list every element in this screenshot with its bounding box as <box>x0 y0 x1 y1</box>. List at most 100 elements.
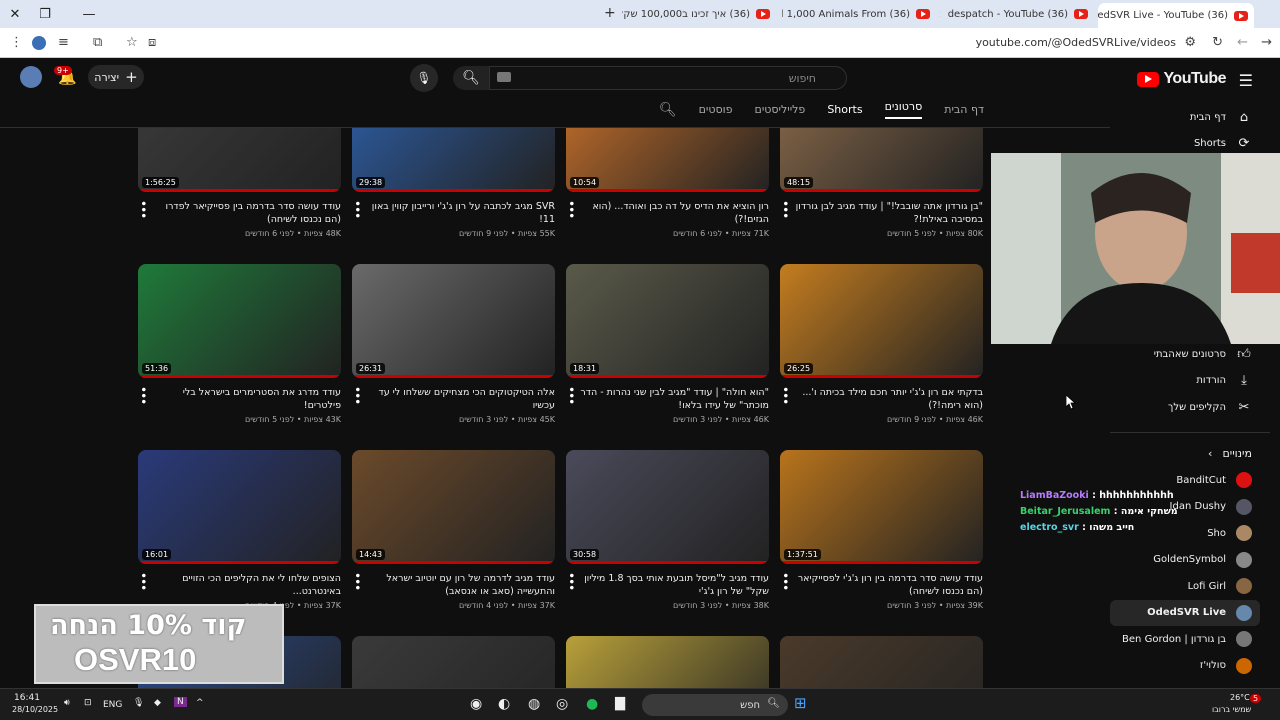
profile-icon[interactable] <box>32 36 46 50</box>
video-card[interactable]: 29:38 SVR מגיב לכתבה על רון ג'ג'י ורייבון… <box>350 128 555 238</box>
back-icon[interactable]: → <box>1261 35 1272 50</box>
video-thumbnail[interactable] <box>780 636 983 688</box>
minimize-icon[interactable]: — <box>74 0 104 28</box>
microphone-tray-icon[interactable]: 🎙 <box>133 698 144 708</box>
video-title[interactable]: "הוא חולה" | עודד "מגיב לבין שני נהרות -… <box>566 386 769 412</box>
video-thumbnail[interactable]: 10:54 <box>566 128 769 192</box>
onenote-tray-icon[interactable]: N <box>174 697 187 707</box>
maximize-icon[interactable]: ❐ <box>30 0 60 28</box>
screenshot-icon[interactable]: ⧈ <box>148 35 156 50</box>
video-thumbnail[interactable]: 1:37:51 <box>780 450 983 564</box>
more-actions-icon[interactable]: ••• <box>564 572 578 590</box>
network-icon[interactable]: ⊡ <box>84 698 92 708</box>
tab-playlists[interactable]: פלייליסטים <box>755 103 806 116</box>
video-thumbnail[interactable]: 14:43 <box>352 450 555 564</box>
search-input[interactable]: חיפוש <box>489 66 847 90</box>
extensions-icon[interactable]: ⧉ <box>93 35 102 50</box>
site-info-icon[interactable]: ⚙ <box>1184 35 1196 50</box>
search-button[interactable]: 🔍︎ <box>453 66 489 90</box>
tray-app-icon[interactable]: ◆ <box>154 698 161 708</box>
video-thumbnail[interactable]: 51:36 <box>138 264 341 378</box>
browser-tab[interactable]: (36) I Saved 1,000 Animals From ✕ <box>782 3 936 25</box>
tab-posts[interactable]: פוסטים <box>699 103 733 116</box>
video-thumbnail[interactable]: 16:01 <box>138 450 341 564</box>
sidebar-item-liked[interactable]: 👍︎ סרטונים שאהבתי <box>1110 341 1280 368</box>
video-card[interactable]: 26:31 אלה הטיקטוקים הכי מצחיקים ששלחו לי … <box>350 264 555 424</box>
video-card[interactable]: 30:58 עודד מגיב ל"מיסל תובעת אותי בסך 1.8… <box>564 450 769 610</box>
video-title[interactable]: רון הוציא את הדיס על דה כבן ואוהד... (הו… <box>566 200 769 226</box>
browser-tab[interactable]: (36) despatch - YouTube ✕ <box>940 3 1094 25</box>
video-thumbnail[interactable]: 26:25 <box>780 264 983 378</box>
forward-icon[interactable]: ← <box>1237 35 1248 50</box>
url-text[interactable]: youtube.com/@OdedSVRLive/videos <box>976 36 1176 49</box>
video-title[interactable]: עודד מגיב לדרמה של רון עם יוטיוב ישראל ו… <box>352 572 555 598</box>
subscriptions-heading[interactable]: מינויים › <box>1110 441 1280 468</box>
close-tab-icon[interactable]: ✕ <box>940 8 942 21</box>
tab-shorts[interactable]: Shorts <box>827 103 862 116</box>
weather-desc[interactable]: שמשי ברובו <box>1212 705 1251 714</box>
video-title[interactable]: אלה הטיקטוקים הכי מצחיקים ששלחו לי עד עכ… <box>352 386 555 412</box>
video-card[interactable] <box>352 636 555 688</box>
tab-home[interactable]: דף הבית <box>944 103 984 116</box>
taskbar-search[interactable]: חפש 🔍︎ <box>642 694 788 716</box>
youtube-logo[interactable]: YouTube <box>1137 70 1226 88</box>
video-title[interactable]: עודד עושה סדר בדרמה בין רון ג'ג'י לפסייק… <box>780 572 983 598</box>
video-title[interactable]: הצופים שלחו לי את הקליפים הכי הזויים באי… <box>138 572 341 598</box>
more-actions-icon[interactable]: ••• <box>778 200 792 218</box>
new-tab-button[interactable]: + <box>604 5 616 21</box>
language-indicator[interactable]: ENG <box>103 700 122 710</box>
close-window-icon[interactable]: ✕ <box>0 0 30 28</box>
windows-start-icon[interactable]: ⊞ <box>794 694 807 712</box>
sidebar-item-clips[interactable]: ✂ הקליפים שלך <box>1110 394 1280 421</box>
app-icon[interactable]: ◍ <box>528 696 540 712</box>
video-title[interactable]: עודד מגיב ל"מיסל תובעת אותי בסך 1.8 מילי… <box>566 572 769 598</box>
subscription-item[interactable]: בן גורדון | Ben Gordon <box>1110 626 1280 653</box>
more-actions-icon[interactable]: ••• <box>350 386 364 404</box>
more-actions-icon[interactable]: ••• <box>350 572 364 590</box>
more-actions-icon[interactable]: ••• <box>564 200 578 218</box>
more-actions-icon[interactable]: ••• <box>778 572 792 590</box>
subscription-item[interactable]: OdedSVR Live <box>1110 599 1260 626</box>
video-thumbnail[interactable]: 1:56:25 <box>138 128 341 192</box>
tray-expand-icon[interactable]: ^ <box>196 698 204 708</box>
reload-icon[interactable]: ↻ <box>1212 35 1223 50</box>
steam-icon[interactable]: ◉ <box>470 696 482 712</box>
reading-list-icon[interactable]: ≡ <box>58 35 69 50</box>
subscription-item[interactable]: Lofi Girl <box>1110 573 1280 600</box>
discord-icon[interactable]: ◐ <box>498 696 510 712</box>
video-card[interactable]: 18:31 "הוא חולה" | עודד "מגיב לבין שני נה… <box>564 264 769 424</box>
browser-tab[interactable]: (36) איך זכינו ב100,000 שקל בכ ✕ <box>622 3 776 25</box>
video-card[interactable]: 10:54 רון הוציא את הדיס על דה כבן ואוהד..… <box>564 128 769 238</box>
keyboard-icon[interactable] <box>497 72 511 82</box>
tab-videos[interactable]: סרטונים <box>884 100 923 119</box>
weather-temp[interactable]: 26°C <box>1230 693 1250 702</box>
subscription-item[interactable]: GoldenSymbol <box>1110 547 1280 574</box>
more-actions-icon[interactable]: ••• <box>138 572 150 590</box>
video-card[interactable]: 1:56:25 עודד עושה סדר בדרמה בין פסייקיאר … <box>138 128 341 238</box>
more-actions-icon[interactable]: ••• <box>350 200 364 218</box>
account-avatar[interactable] <box>20 66 42 88</box>
sidebar-item-home[interactable]: ⌂ דף הבית <box>1110 104 1280 131</box>
subscription-item[interactable]: סולוי'ז <box>1110 653 1280 680</box>
hamburger-menu-icon[interactable]: ☰ <box>1239 71 1253 90</box>
video-card[interactable]: 48:15 "בן גורדון אתה שובבל!" | עודד מגיב … <box>778 128 983 238</box>
video-thumbnail[interactable] <box>566 636 769 688</box>
video-thumbnail[interactable] <box>352 636 555 688</box>
clock-date[interactable]: 28/10/2025 <box>12 705 58 714</box>
video-title[interactable]: עודד מדרג את הסטרימרים בישראל בלי פילטרי… <box>138 386 341 412</box>
more-actions-icon[interactable]: ••• <box>138 200 150 218</box>
video-thumbnail[interactable]: 26:31 <box>352 264 555 378</box>
browser-tab-active[interactable]: (36) OdedSVR Live - YouTube ✕ <box>1098 3 1254 28</box>
create-button[interactable]: + יצירה <box>88 65 144 89</box>
menu-dots-icon[interactable]: ⋮ <box>10 35 23 50</box>
more-actions-icon[interactable]: ••• <box>138 386 150 404</box>
video-card[interactable] <box>780 636 983 688</box>
video-thumbnail[interactable]: 30:58 <box>566 450 769 564</box>
video-thumbnail[interactable]: 18:31 <box>566 264 769 378</box>
video-thumbnail[interactable]: 48:15 <box>780 128 983 192</box>
more-actions-icon[interactable]: ••• <box>564 386 578 404</box>
video-card[interactable]: 26:25 בדקתי אם רון ג'ג'י יותר חכם מילד בכ… <box>778 264 983 424</box>
video-card[interactable]: 1:37:51 עודד עושה סדר בדרמה בין רון ג'ג'י… <box>778 450 983 610</box>
chrome-icon[interactable]: ◎ <box>556 696 568 712</box>
video-card[interactable]: 51:36 עודד מדרג את הסטרימרים בישראל בלי פ… <box>138 264 341 424</box>
